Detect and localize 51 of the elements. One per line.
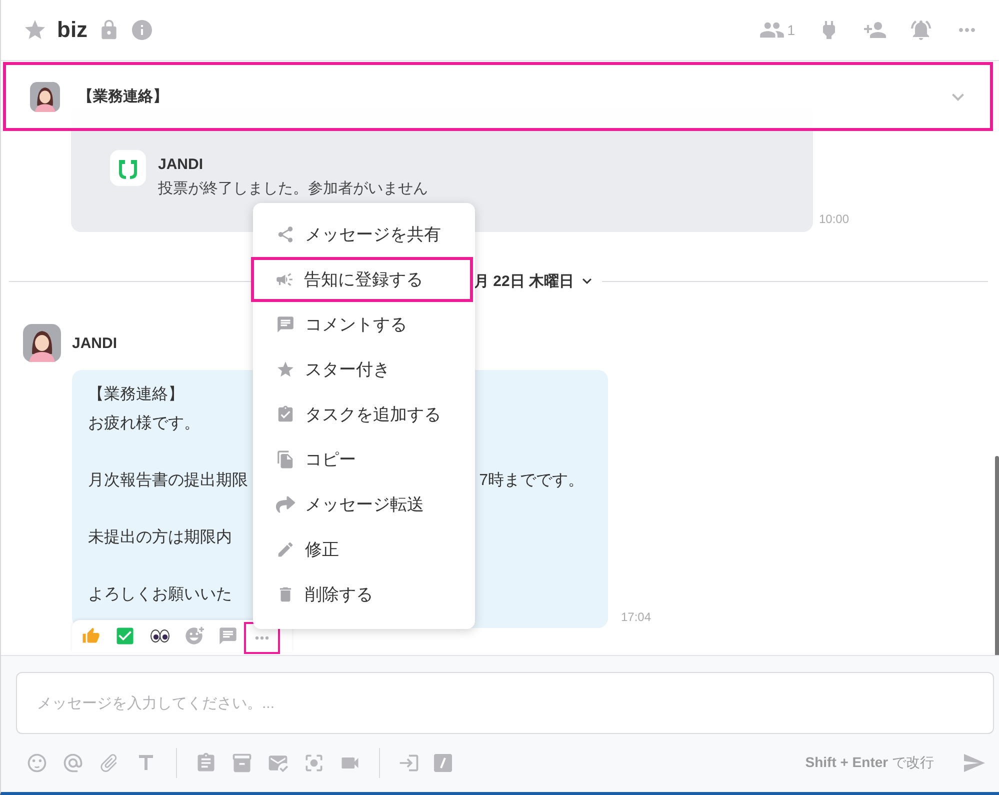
- message-time: 17:04: [620, 610, 651, 624]
- menu-item[interactable]: 修正: [253, 527, 475, 572]
- emoji-icon[interactable]: [26, 752, 48, 774]
- message-input[interactable]: メッセージを入力してください。...: [16, 672, 994, 734]
- message-text: 月次報告書の提出期限: [88, 470, 248, 491]
- message-text: 投票が終了しました。参加者がいません: [158, 179, 428, 198]
- sender-name: JANDI: [158, 156, 204, 173]
- info-icon[interactable]: [130, 18, 154, 42]
- comment-icon: [276, 315, 295, 334]
- menu-item[interactable]: コピー: [253, 437, 475, 482]
- task-icon: [276, 405, 295, 424]
- send-icon[interactable]: [962, 751, 986, 775]
- channel-title: biz: [57, 17, 88, 43]
- mention-icon[interactable]: [62, 752, 84, 774]
- message-time: 10:00: [819, 212, 850, 226]
- star-icon: [276, 360, 295, 379]
- copy-icon: [276, 450, 295, 469]
- menu-item[interactable]: タスクを追加する: [253, 392, 475, 437]
- eyes-icon: [150, 628, 170, 644]
- task-icon[interactable]: [195, 752, 217, 774]
- menu-item[interactable]: 削除する: [253, 572, 475, 617]
- pencil-icon: [276, 540, 295, 559]
- bell-icon[interactable]: [909, 18, 933, 42]
- menu-item[interactable]: メッセージ転送: [253, 482, 475, 527]
- menu-item[interactable]: コメントする: [253, 302, 475, 347]
- message-text: 未提出の方は期限内: [88, 528, 232, 548]
- app-logo-icon: [110, 150, 146, 186]
- avatar: [23, 324, 61, 362]
- slash-command-icon: [434, 754, 452, 772]
- announcement-text: 【業務連絡】: [78, 87, 168, 106]
- menu-item[interactable]: メッセージを共有: [253, 212, 475, 257]
- add-reaction-icon[interactable]: [184, 626, 204, 646]
- announcement-banner[interactable]: 【業務連絡】: [3, 62, 993, 131]
- more-icon: [255, 636, 269, 640]
- comment-icon[interactable]: [218, 626, 238, 646]
- avatar: [30, 82, 60, 112]
- message-text: 【業務連絡】: [88, 384, 184, 405]
- sender-name: JANDI: [72, 334, 118, 352]
- login-icon[interactable]: [398, 752, 420, 774]
- menu-item[interactable]: 告知に登録する: [251, 257, 473, 302]
- screenshot-icon[interactable]: [303, 752, 325, 774]
- share-icon: [276, 225, 295, 244]
- message-text: よろしくお願いいた: [88, 585, 232, 605]
- forward-icon: [276, 495, 295, 514]
- message-text: 7時までです。: [479, 470, 584, 491]
- thumbs-up-icon[interactable]: [82, 627, 100, 645]
- message-text: お疲れ様です。: [88, 414, 200, 434]
- archive-icon[interactable]: [231, 752, 253, 774]
- menu-item[interactable]: スター付き: [253, 347, 475, 392]
- checkbox-icon[interactable]: [114, 625, 136, 647]
- shortcut-hint: Shift + Enter で改行: [805, 754, 934, 772]
